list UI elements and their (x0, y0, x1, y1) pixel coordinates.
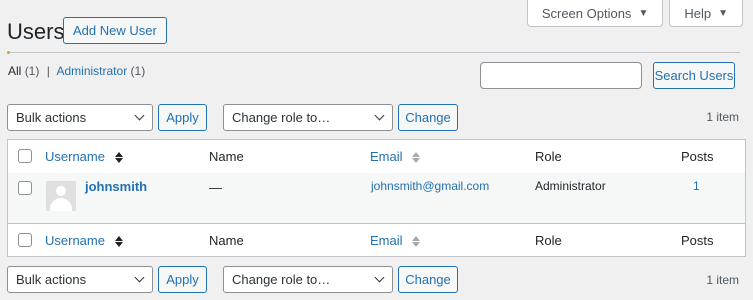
filter-all-link[interactable]: All (8, 64, 21, 78)
apply-button-top[interactable]: Apply (158, 104, 207, 131)
column-posts-footer: Posts (681, 233, 714, 248)
change-role-value: Change role to… (232, 110, 331, 125)
items-count-bottom: 1 item (706, 273, 739, 287)
posts-count-link[interactable]: 1 (693, 179, 700, 193)
apply-button-bottom[interactable]: Apply (158, 266, 207, 293)
role-filter-links: All (1) | Administrator (1) (8, 64, 145, 78)
column-username-label[interactable]: Username (45, 233, 105, 248)
select-all-checkbox-footer[interactable] (18, 233, 32, 247)
column-role-footer: Role (535, 233, 562, 248)
chevron-down-icon (134, 110, 145, 121)
table-row: johnsmith — johnsmith@gmail.com Administ… (8, 173, 745, 223)
role-cell: Administrator (535, 179, 606, 193)
bulk-actions-select-top[interactable]: Bulk actions (7, 104, 153, 131)
column-email-label[interactable]: Email (370, 233, 403, 248)
page-title: Users (7, 19, 65, 44)
table-footer-row: Username Name Email Role Posts (8, 223, 745, 257)
username-link[interactable]: johnsmith (85, 179, 147, 194)
add-new-user-button[interactable]: Add New User (63, 17, 167, 44)
column-email-label[interactable]: Email (370, 149, 403, 164)
column-email-footer[interactable]: Email (370, 233, 421, 248)
column-role-header: Role (535, 149, 562, 164)
caret-down-icon: ▼ (718, 7, 728, 19)
filter-separator: | (46, 64, 50, 78)
header-divider (7, 51, 740, 54)
users-table: Username Name Email Role Posts johnsmith… (7, 139, 746, 257)
chevron-down-icon (374, 110, 385, 121)
sort-indicator-icon (412, 152, 421, 164)
bulk-actions-select-bottom[interactable]: Bulk actions (7, 266, 153, 293)
help-label: Help (684, 5, 712, 21)
items-count-top: 1 item (706, 110, 739, 124)
chevron-down-icon (134, 272, 145, 283)
change-button-bottom[interactable]: Change (398, 266, 458, 293)
change-button-top[interactable]: Change (398, 104, 458, 131)
column-username-footer[interactable]: Username (45, 233, 123, 248)
row-checkbox[interactable] (18, 181, 32, 195)
name-cell: — (209, 180, 222, 195)
filter-administrator-link[interactable]: Administrator (57, 64, 128, 78)
filter-all-count: (1) (24, 64, 40, 78)
change-role-value: Change role to… (232, 272, 331, 287)
help-tab[interactable]: Help ▼ (669, 0, 743, 27)
screen-options-tab[interactable]: Screen Options ▼ (526, 0, 664, 27)
search-input[interactable] (480, 62, 642, 89)
select-all-checkbox[interactable] (18, 149, 32, 163)
column-username-header[interactable]: Username (45, 149, 123, 164)
change-role-select-bottom[interactable]: Change role to… (223, 266, 393, 293)
sort-indicator-icon (114, 152, 123, 164)
change-role-select-top[interactable]: Change role to… (223, 104, 393, 131)
screen-options-label: Screen Options (541, 5, 632, 21)
avatar (46, 181, 76, 211)
screen-meta-links: Screen Options ▼ Help ▼ (526, 0, 743, 27)
table-header-row: Username Name Email Role Posts (8, 140, 745, 174)
column-name-footer: Name (209, 233, 244, 248)
sort-indicator-icon (412, 236, 421, 248)
column-name-header: Name (209, 149, 244, 164)
column-posts-header: Posts (681, 149, 714, 164)
filter-administrator-count: (1) (130, 64, 146, 78)
column-email-header[interactable]: Email (370, 149, 421, 164)
search-users-button[interactable]: Search Users (653, 62, 735, 89)
bulk-actions-value: Bulk actions (16, 110, 87, 125)
sort-indicator-icon (114, 236, 123, 248)
chevron-down-icon (374, 272, 385, 283)
email-link[interactable]: johnsmith@gmail.com (371, 179, 489, 193)
caret-down-icon: ▼ (638, 7, 649, 19)
column-username-label[interactable]: Username (45, 149, 105, 164)
bulk-actions-value: Bulk actions (16, 272, 87, 287)
